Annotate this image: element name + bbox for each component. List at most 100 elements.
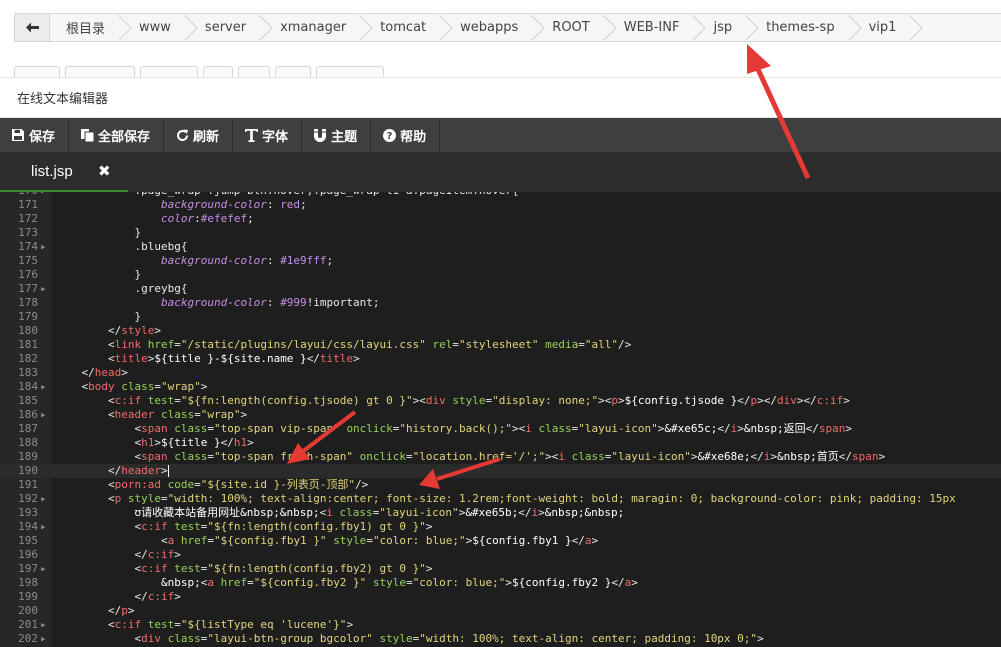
code-token: onclick bbox=[346, 422, 393, 435]
code-token: c:if bbox=[114, 394, 142, 407]
code-token: "stylesheet" bbox=[459, 338, 539, 351]
code-token: < bbox=[55, 408, 115, 421]
breadcrumb-item[interactable]: WEB-INF bbox=[608, 14, 698, 41]
code-line: 172 color:#efefef; bbox=[0, 212, 1001, 226]
line-number: 179 bbox=[18, 310, 38, 323]
code-line: 178 background-color: #999!important; bbox=[0, 296, 1001, 310]
code-line: 193 ʊ请收藏本站备用网址&nbsp;&nbsp;<i class="layu… bbox=[0, 506, 1001, 520]
fold-toggle-icon[interactable]: ▸ bbox=[40, 408, 47, 422]
line-number: 178 bbox=[18, 296, 38, 309]
code-token: </ bbox=[55, 464, 122, 477]
code-token: </ bbox=[220, 436, 234, 449]
line-number: 185 bbox=[18, 394, 38, 407]
code-token: < bbox=[55, 618, 115, 631]
code-token: media bbox=[545, 338, 579, 351]
back-button[interactable] bbox=[15, 14, 50, 41]
code-line: 181 <link href="/static/plugins/layui/cs… bbox=[0, 338, 1001, 352]
code-token: } bbox=[55, 268, 142, 281]
code-token: h1 bbox=[233, 436, 248, 449]
code-text: <porn:ad code="${site.id }-列表页-顶部"/> bbox=[55, 478, 368, 492]
fold-toggle-icon[interactable]: ▸ bbox=[40, 492, 47, 506]
refresh-button[interactable]: 刷新 bbox=[164, 118, 234, 152]
fold-toggle-icon[interactable]: ▸ bbox=[40, 618, 47, 632]
code-token: = bbox=[366, 534, 373, 547]
code-token: > bbox=[845, 422, 852, 435]
code-token: : bbox=[194, 212, 201, 225]
breadcrumb-item[interactable]: tomcat bbox=[364, 14, 444, 41]
code-editor[interactable]: 170▸ .page_wrap .jump-btn:hover,.page_wr… bbox=[0, 192, 1001, 647]
code-token: </ bbox=[611, 576, 625, 589]
code-token: = bbox=[174, 394, 181, 407]
breadcrumb-item[interactable]: server bbox=[189, 14, 264, 41]
code-token: "wrap" bbox=[200, 408, 241, 421]
code-token: &#xe65c; bbox=[664, 422, 718, 435]
code-token: </ bbox=[306, 352, 320, 365]
close-icon[interactable]: ✖ bbox=[98, 162, 111, 180]
line-number: 180 bbox=[18, 324, 38, 337]
save-button[interactable]: 保存 bbox=[0, 118, 70, 152]
code-token: /> bbox=[355, 478, 369, 491]
code-token: i bbox=[525, 422, 532, 435]
code-token: href bbox=[220, 576, 248, 589]
save-all-button[interactable]: 全部保存 bbox=[69, 118, 165, 152]
fold-toggle-icon[interactable]: ▸ bbox=[40, 562, 47, 576]
code-token: href bbox=[147, 338, 175, 351]
breadcrumb-item[interactable]: webapps bbox=[444, 14, 536, 41]
font-button[interactable]: 字体 bbox=[233, 118, 303, 152]
line-number: 187 bbox=[18, 422, 38, 435]
line-number: 200 bbox=[18, 604, 38, 617]
code-token: "layui-btn-group bgcolor" bbox=[207, 632, 373, 645]
fold-toggle-icon[interactable]: ▸ bbox=[40, 282, 47, 296]
code-token: i bbox=[558, 450, 565, 463]
code-text: <c:if test="${fn:length(config.fby1) gt … bbox=[55, 520, 432, 534]
font-label: 字体 bbox=[262, 129, 289, 145]
code-line: 202 ▸ <div class="layui-btn-group bgcolor… bbox=[0, 632, 1001, 646]
help-button[interactable]: ? 帮助 bbox=[371, 118, 441, 152]
tab-list-jsp[interactable]: list.jsp ✖ bbox=[0, 152, 128, 192]
code-token: } bbox=[55, 226, 142, 239]
code-token: >< bbox=[512, 422, 526, 435]
code-token: </ bbox=[55, 604, 122, 617]
theme-label: 主题 bbox=[331, 129, 358, 145]
code-text: <a href="${config.fby1 }" style="color: … bbox=[55, 534, 598, 548]
breadcrumb-item[interactable]: ROOT bbox=[536, 14, 607, 41]
code-text: <span class="top-span vip-span" onclick=… bbox=[55, 422, 852, 436]
breadcrumb-item[interactable]: 根目录 bbox=[50, 14, 123, 41]
code-token: > bbox=[757, 632, 764, 645]
fold-toggle-icon[interactable]: ▸ bbox=[40, 520, 47, 534]
fold-toggle-icon[interactable]: ▸ bbox=[40, 632, 47, 646]
code-token: = bbox=[578, 338, 585, 351]
code-token: > bbox=[843, 394, 850, 407]
tab-filename: list.jsp bbox=[31, 163, 73, 180]
line-number: 189 bbox=[18, 450, 38, 463]
code-token: p bbox=[121, 604, 128, 617]
code-token: < bbox=[55, 380, 89, 393]
code-token: rel bbox=[432, 338, 453, 351]
code-token: c:if bbox=[141, 562, 168, 575]
code-token: > bbox=[346, 618, 354, 631]
code-token: > bbox=[200, 380, 208, 393]
fold-toggle-icon[interactable]: ▸ bbox=[40, 240, 47, 254]
code-token: "layui-icon" bbox=[611, 450, 691, 463]
code-token: span bbox=[141, 450, 168, 463]
breadcrumb-item[interactable]: xmanager bbox=[264, 14, 364, 41]
line-number: 194 bbox=[18, 520, 38, 533]
code-line: 180 </style> bbox=[0, 324, 1001, 338]
code-token: "${config.fby2 }" bbox=[253, 576, 367, 589]
theme-button[interactable]: 主题 bbox=[302, 118, 372, 152]
breadcrumb-item[interactable]: www bbox=[123, 14, 189, 41]
breadcrumb-item[interactable]: themes-sp bbox=[750, 14, 853, 41]
code-text: .greybg{ bbox=[55, 282, 187, 296]
code-token: < bbox=[55, 436, 142, 449]
fold-toggle-icon[interactable]: ▸ bbox=[40, 380, 47, 394]
line-number: 184 bbox=[18, 380, 38, 393]
code-token: > bbox=[425, 562, 433, 575]
code-token: class bbox=[167, 632, 201, 645]
code-token: > bbox=[770, 450, 777, 463]
code-token: >< bbox=[598, 394, 612, 407]
code-line: 171 background-color: red; bbox=[0, 198, 1001, 212]
